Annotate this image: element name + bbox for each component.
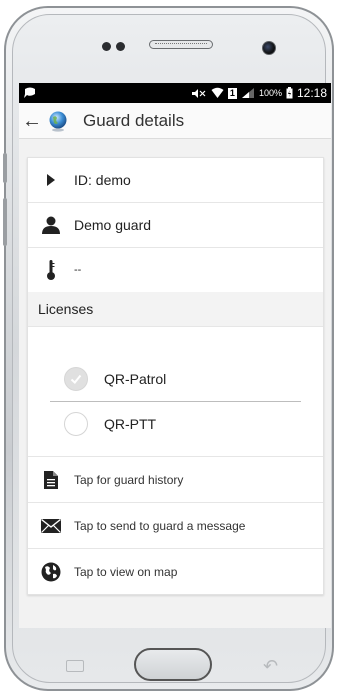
volume-down-button [3,198,7,246]
home-button[interactable] [134,648,212,681]
guard-name-row: Demo guard [28,203,323,248]
app-bar: ← Guard details [19,103,331,139]
licenses-header: Licenses [28,292,323,327]
thermometer-icon [47,260,55,280]
envelope-icon [41,518,61,533]
sensor-dot [116,42,125,51]
person-icon [42,216,60,234]
radio-button-checked[interactable] [64,367,88,391]
notification-icon [24,87,35,98]
guard-temperature-row: -- [28,248,323,292]
hardware-back-icon[interactable]: ↶ [263,656,278,677]
guard-name-text: Demo guard [74,217,152,233]
back-arrow-icon[interactable]: ← [19,103,45,139]
play-triangle-icon [47,174,55,186]
sim-indicator: 1 [227,87,237,99]
action-label: Tap for guard history [74,472,184,487]
action-label: Tap to send to guard a message [74,518,246,533]
recent-apps-icon[interactable] [66,660,84,672]
app-globe-icon [49,111,67,132]
battery-percent: 100% [258,88,282,98]
view-on-map-action[interactable]: Tap to view on map [28,548,323,594]
signal-icon [241,88,254,98]
battery-icon [286,87,293,99]
earpiece-speaker [149,40,213,49]
guard-temperature-text: -- [74,264,82,276]
action-label: Tap to view on map [74,564,178,579]
guard-id-row[interactable]: ID: demo [28,158,323,203]
earth-icon [41,562,61,581]
hardware-nav-bar: ↶ [0,638,330,688]
guard-id-text: ID: demo [74,172,131,188]
volume-up-button [3,153,7,183]
wifi-icon [211,87,224,98]
license-option-qr-patrol[interactable]: QR-Patrol [50,357,301,401]
sensor-dot [102,42,111,51]
check-icon [70,374,82,384]
license-label: QR-Patrol [104,371,167,387]
send-message-action[interactable]: Tap to send to guard a message [28,502,323,548]
page-title: Guard details [83,110,185,130]
mute-icon [191,88,206,98]
front-camera [262,41,276,55]
clock: 12:18 [296,86,327,100]
license-label: QR-PTT [104,416,157,432]
content-area: ID: demo Demo guard -- Licenses QR-Patro… [19,139,331,628]
status-bar: 1 100% 12:18 [19,83,331,103]
actions-list: Tap for guard history Tap to send to gua… [28,457,323,594]
guard-history-action[interactable]: Tap for guard history [28,457,323,502]
radio-button-unchecked[interactable] [64,412,88,436]
screen: 1 100% 12:18 ← Guard details ID: demo De… [19,83,331,628]
licenses-radio-group: QR-Patrol QR-PTT [28,327,323,457]
license-option-qr-ptt[interactable]: QR-PTT [50,401,301,446]
guard-details-card: ID: demo Demo guard -- Licenses QR-Patro… [27,157,324,595]
document-icon [44,470,58,489]
